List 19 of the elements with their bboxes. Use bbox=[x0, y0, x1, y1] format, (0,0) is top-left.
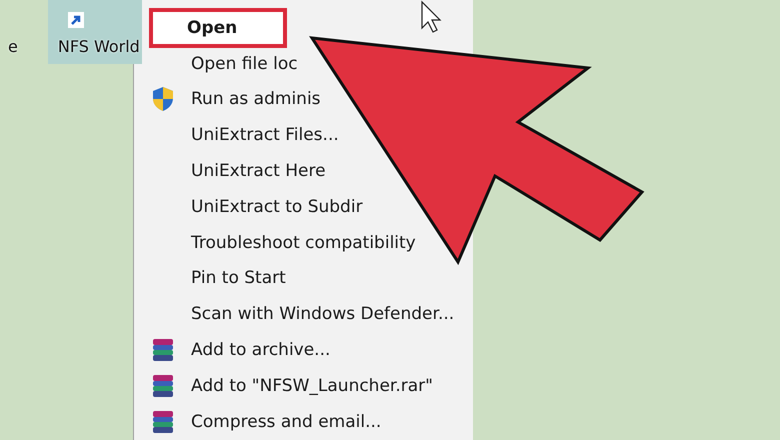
menu-item[interactable]: Open file loc bbox=[191, 54, 298, 74]
menu-item[interactable]: Troubleshoot compatibility bbox=[191, 232, 416, 253]
menu-item[interactable]: Add to archive... bbox=[191, 340, 330, 360]
menu-item[interactable]: UniExtract to Subdir bbox=[191, 196, 363, 217]
desktop-icon-label[interactable]: NFS World bbox=[48, 0, 142, 64]
menu-item[interactable]: Pin to Start bbox=[191, 268, 286, 288]
menu-item[interactable]: UniExtract Here bbox=[191, 161, 326, 182]
menu-item[interactable]: Open bbox=[149, 8, 288, 48]
books-icon bbox=[151, 372, 175, 399]
cursor-icon bbox=[421, 0, 442, 33]
books-icon bbox=[151, 337, 175, 364]
menu-item[interactable]: Scan with Windows Defender... bbox=[191, 304, 454, 324]
menu-item[interactable]: Run as adminis bbox=[191, 89, 321, 110]
menu-item[interactable]: Compress and email... bbox=[191, 412, 382, 432]
desktop-icon-label[interactable]: e bbox=[0, 37, 26, 56]
shield-icon bbox=[151, 86, 175, 112]
menu-item[interactable]: UniExtract Files... bbox=[191, 125, 339, 146]
menu-item[interactable]: Add to "NFSW_Launcher.rar" bbox=[191, 376, 433, 396]
books-icon bbox=[151, 408, 175, 435]
